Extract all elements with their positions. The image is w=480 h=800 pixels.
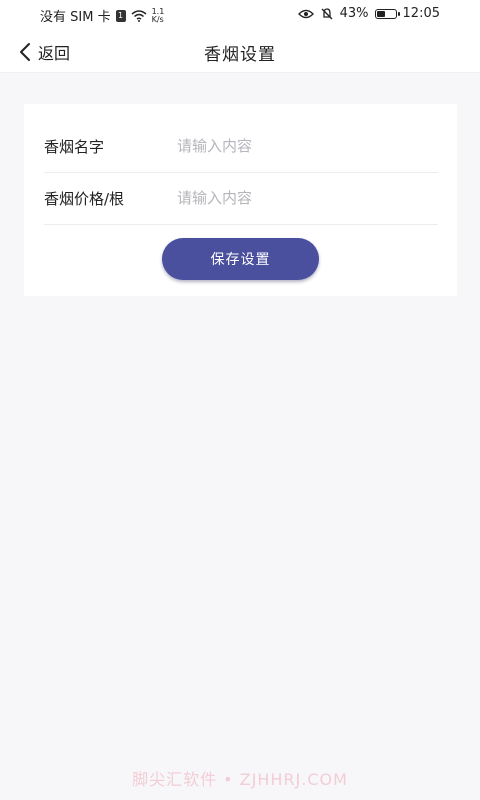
battery-level: 43% bbox=[339, 6, 369, 21]
nav-bar: 返回 香烟设置 bbox=[0, 32, 480, 73]
watermark: 脚尖汇软件 • ZJHHRJ.COM bbox=[132, 770, 348, 789]
form-row-price: 香烟价格/根 bbox=[44, 172, 438, 225]
sim-card-icon: 1 bbox=[115, 9, 126, 22]
settings-card: 香烟名字 香烟价格/根 保存设置 bbox=[24, 104, 457, 296]
net-speed: 1.1 K/s bbox=[151, 7, 165, 24]
name-input[interactable] bbox=[177, 137, 438, 155]
price-input[interactable] bbox=[177, 189, 438, 207]
battery-fill bbox=[376, 10, 386, 17]
form-row-name: 香烟名字 bbox=[44, 120, 438, 173]
price-label: 香烟价格/根 bbox=[44, 189, 125, 208]
battery-icon bbox=[374, 8, 400, 19]
clock: 12:05 bbox=[402, 6, 440, 21]
page-title: 香烟设置 bbox=[204, 45, 276, 65]
status-bar: 没有 SIM 卡 1 1.1 K/s 43% 12:05 bbox=[0, 0, 480, 32]
net-speed-unit: K/s bbox=[151, 14, 164, 24]
save-settings-button[interactable]: 保存设置 bbox=[162, 238, 319, 280]
status-bar-left: 没有 SIM 卡 1 1.1 K/s bbox=[40, 6, 164, 25]
eye-icon bbox=[297, 9, 314, 18]
status-bar-right: 43% 12:05 bbox=[297, 6, 440, 21]
mute-icon bbox=[321, 7, 333, 19]
carrier-text: 没有 SIM 卡 bbox=[40, 10, 111, 25]
name-label: 香烟名字 bbox=[44, 137, 105, 156]
wifi-icon bbox=[131, 9, 147, 22]
